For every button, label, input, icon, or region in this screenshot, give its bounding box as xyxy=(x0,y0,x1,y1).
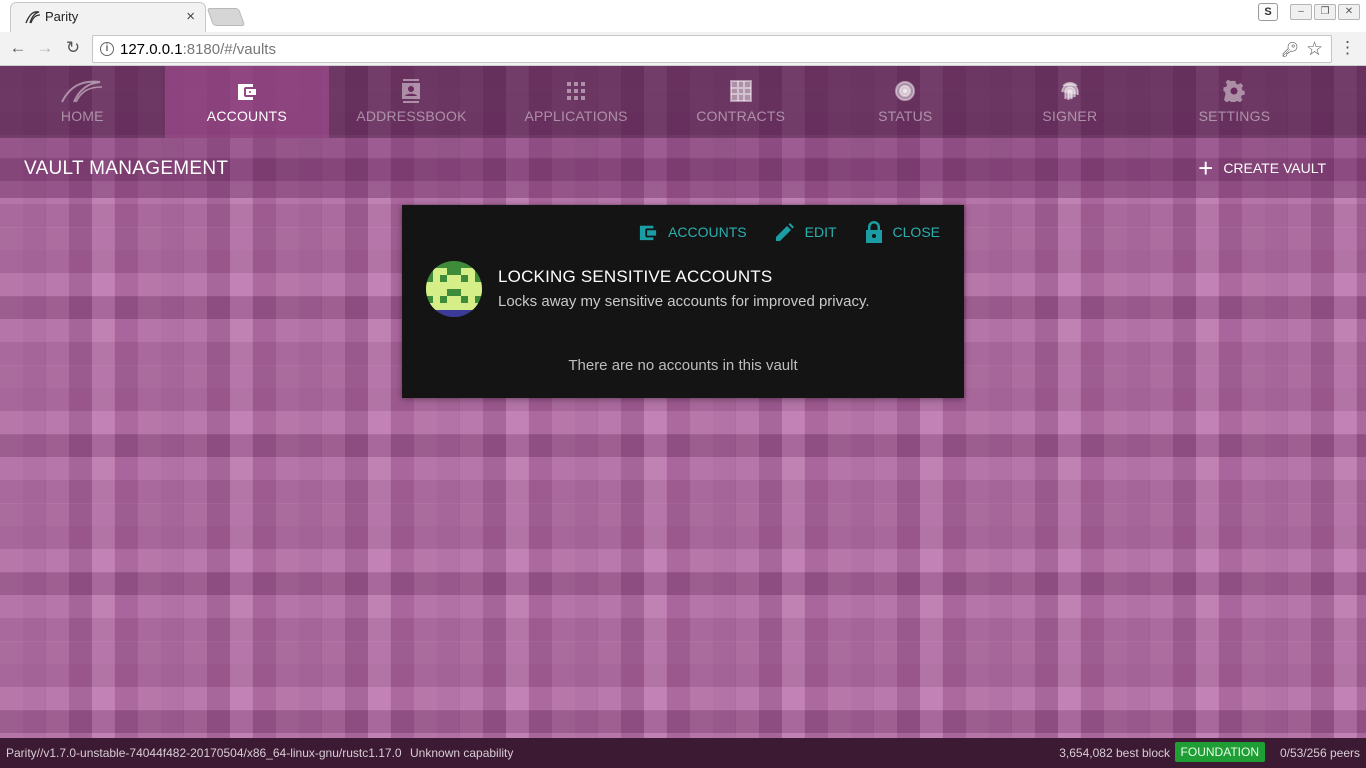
page-header: VAULT MANAGEMENT + CREATE VAULT xyxy=(0,138,1366,198)
fingerprint-icon xyxy=(988,78,1153,104)
browser-tab[interactable]: Parity × xyxy=(10,2,206,32)
gear-icon xyxy=(1152,78,1317,104)
extension-icon[interactable]: S xyxy=(1258,3,1278,21)
version-text: Parity//v1.7.0-unstable-74044f482-201705… xyxy=(6,746,402,760)
lock-icon xyxy=(865,221,882,243)
contract-grid-icon xyxy=(658,78,823,104)
main-nav: HOME ACCOUNTS ADDRESSBOOK APPLICATIONS C… xyxy=(0,66,1366,138)
vault-accounts-label: ACCOUNTS xyxy=(668,224,747,240)
chain-badge: FOUNDATION xyxy=(1174,742,1265,762)
pencil-icon xyxy=(775,223,794,241)
forward-arrow-icon[interactable]: → xyxy=(34,38,56,58)
vault-card: ACCOUNTS EDIT CLOSE LOCKING SENSITIVE AC… xyxy=(402,205,964,398)
plus-icon: + xyxy=(1198,153,1214,183)
page-title: VAULT MANAGEMENT xyxy=(24,158,229,179)
url-text[interactable]: 127.0.0.1:8180/#/vaults xyxy=(120,41,276,58)
nav-label: APPLICATIONS xyxy=(524,108,628,124)
capability-text: Unknown capability xyxy=(410,746,514,760)
vault-description: Locks away my sensitive accounts for imp… xyxy=(498,293,870,310)
nav-addressbook[interactable]: ADDRESSBOOK xyxy=(329,66,494,138)
best-block-text: 3,654,082 best block xyxy=(1059,746,1170,760)
wallet-icon xyxy=(639,225,657,241)
nav-home[interactable]: HOME xyxy=(0,66,165,138)
contact-card-icon xyxy=(329,78,494,104)
restore-button[interactable]: ❐ xyxy=(1314,4,1336,20)
bookmark-star-icon[interactable]: ☆ xyxy=(1306,38,1323,61)
parity-favicon-icon xyxy=(25,11,41,24)
nav-label: CONTRACTS xyxy=(696,108,786,124)
parity-app: HOME ACCOUNTS ADDRESSBOOK APPLICATIONS C… xyxy=(0,66,1366,738)
window-controls: – ❐ ✕ xyxy=(1290,4,1360,20)
nav-signer[interactable]: SIGNER xyxy=(988,66,1153,138)
vault-name: LOCKING SENSITIVE ACCOUNTS xyxy=(498,267,773,286)
browser-menu-icon[interactable]: ⋮ xyxy=(1339,38,1356,58)
nav-label: ADDRESSBOOK xyxy=(356,108,467,124)
radar-icon xyxy=(823,78,988,104)
key-icon[interactable]: 🔑︎ xyxy=(1281,41,1299,58)
parity-logo-icon xyxy=(0,78,165,104)
peers-text: 0/53/256 peers xyxy=(1279,746,1360,760)
nav-applications[interactable]: APPLICATIONS xyxy=(494,66,659,138)
nav-contracts[interactable]: CONTRACTS xyxy=(658,66,823,138)
vault-accounts-button[interactable]: ACCOUNTS xyxy=(638,221,747,243)
create-vault-button[interactable]: + CREATE VAULT xyxy=(1198,153,1326,183)
nav-label: SIGNER xyxy=(1042,108,1098,124)
nav-label: HOME xyxy=(60,108,104,124)
vault-edit-label: EDIT xyxy=(804,224,837,240)
tab-close-icon[interactable]: × xyxy=(186,8,195,25)
nav-label: SETTINGS xyxy=(1198,108,1271,124)
nav-accounts[interactable]: ACCOUNTS xyxy=(164,66,330,138)
tab-title: Parity xyxy=(45,9,79,24)
create-vault-label: CREATE VAULT xyxy=(1223,160,1326,176)
empty-vault-message: There are no accounts in this vault xyxy=(568,357,798,374)
nav-label: STATUS xyxy=(878,108,933,124)
vault-actions: ACCOUNTS EDIT CLOSE xyxy=(638,221,940,243)
browser-toolbar: ← → ↻ i 127.0.0.1:8180/#/vaults 🔑︎ ☆ ⋮ xyxy=(0,32,1366,66)
apps-grid-icon xyxy=(494,78,659,104)
reload-icon[interactable]: ↻ xyxy=(62,38,84,58)
browser-tab-strip: Parity × S – ❐ ✕ xyxy=(0,0,1366,32)
vault-close-button[interactable]: CLOSE xyxy=(865,221,940,243)
info-icon[interactable]: i xyxy=(100,42,114,56)
close-window-button[interactable]: ✕ xyxy=(1338,4,1360,20)
status-bar: Parity//v1.7.0-unstable-74044f482-201705… xyxy=(0,738,1366,768)
new-tab-button[interactable] xyxy=(206,8,246,26)
back-arrow-icon[interactable]: ← xyxy=(7,38,29,58)
nav-settings[interactable]: SETTINGS xyxy=(1152,66,1317,138)
vault-edit-button[interactable]: EDIT xyxy=(775,221,837,243)
wallet-icon xyxy=(165,78,330,104)
vault-identicon xyxy=(426,261,482,317)
nav-status[interactable]: STATUS xyxy=(823,66,988,138)
nav-label: ACCOUNTS xyxy=(206,108,287,124)
minimize-button[interactable]: – xyxy=(1290,4,1312,20)
address-bar[interactable]: i 127.0.0.1:8180/#/vaults 🔑︎ ☆ xyxy=(92,35,1332,63)
vault-close-label: CLOSE xyxy=(892,224,940,240)
